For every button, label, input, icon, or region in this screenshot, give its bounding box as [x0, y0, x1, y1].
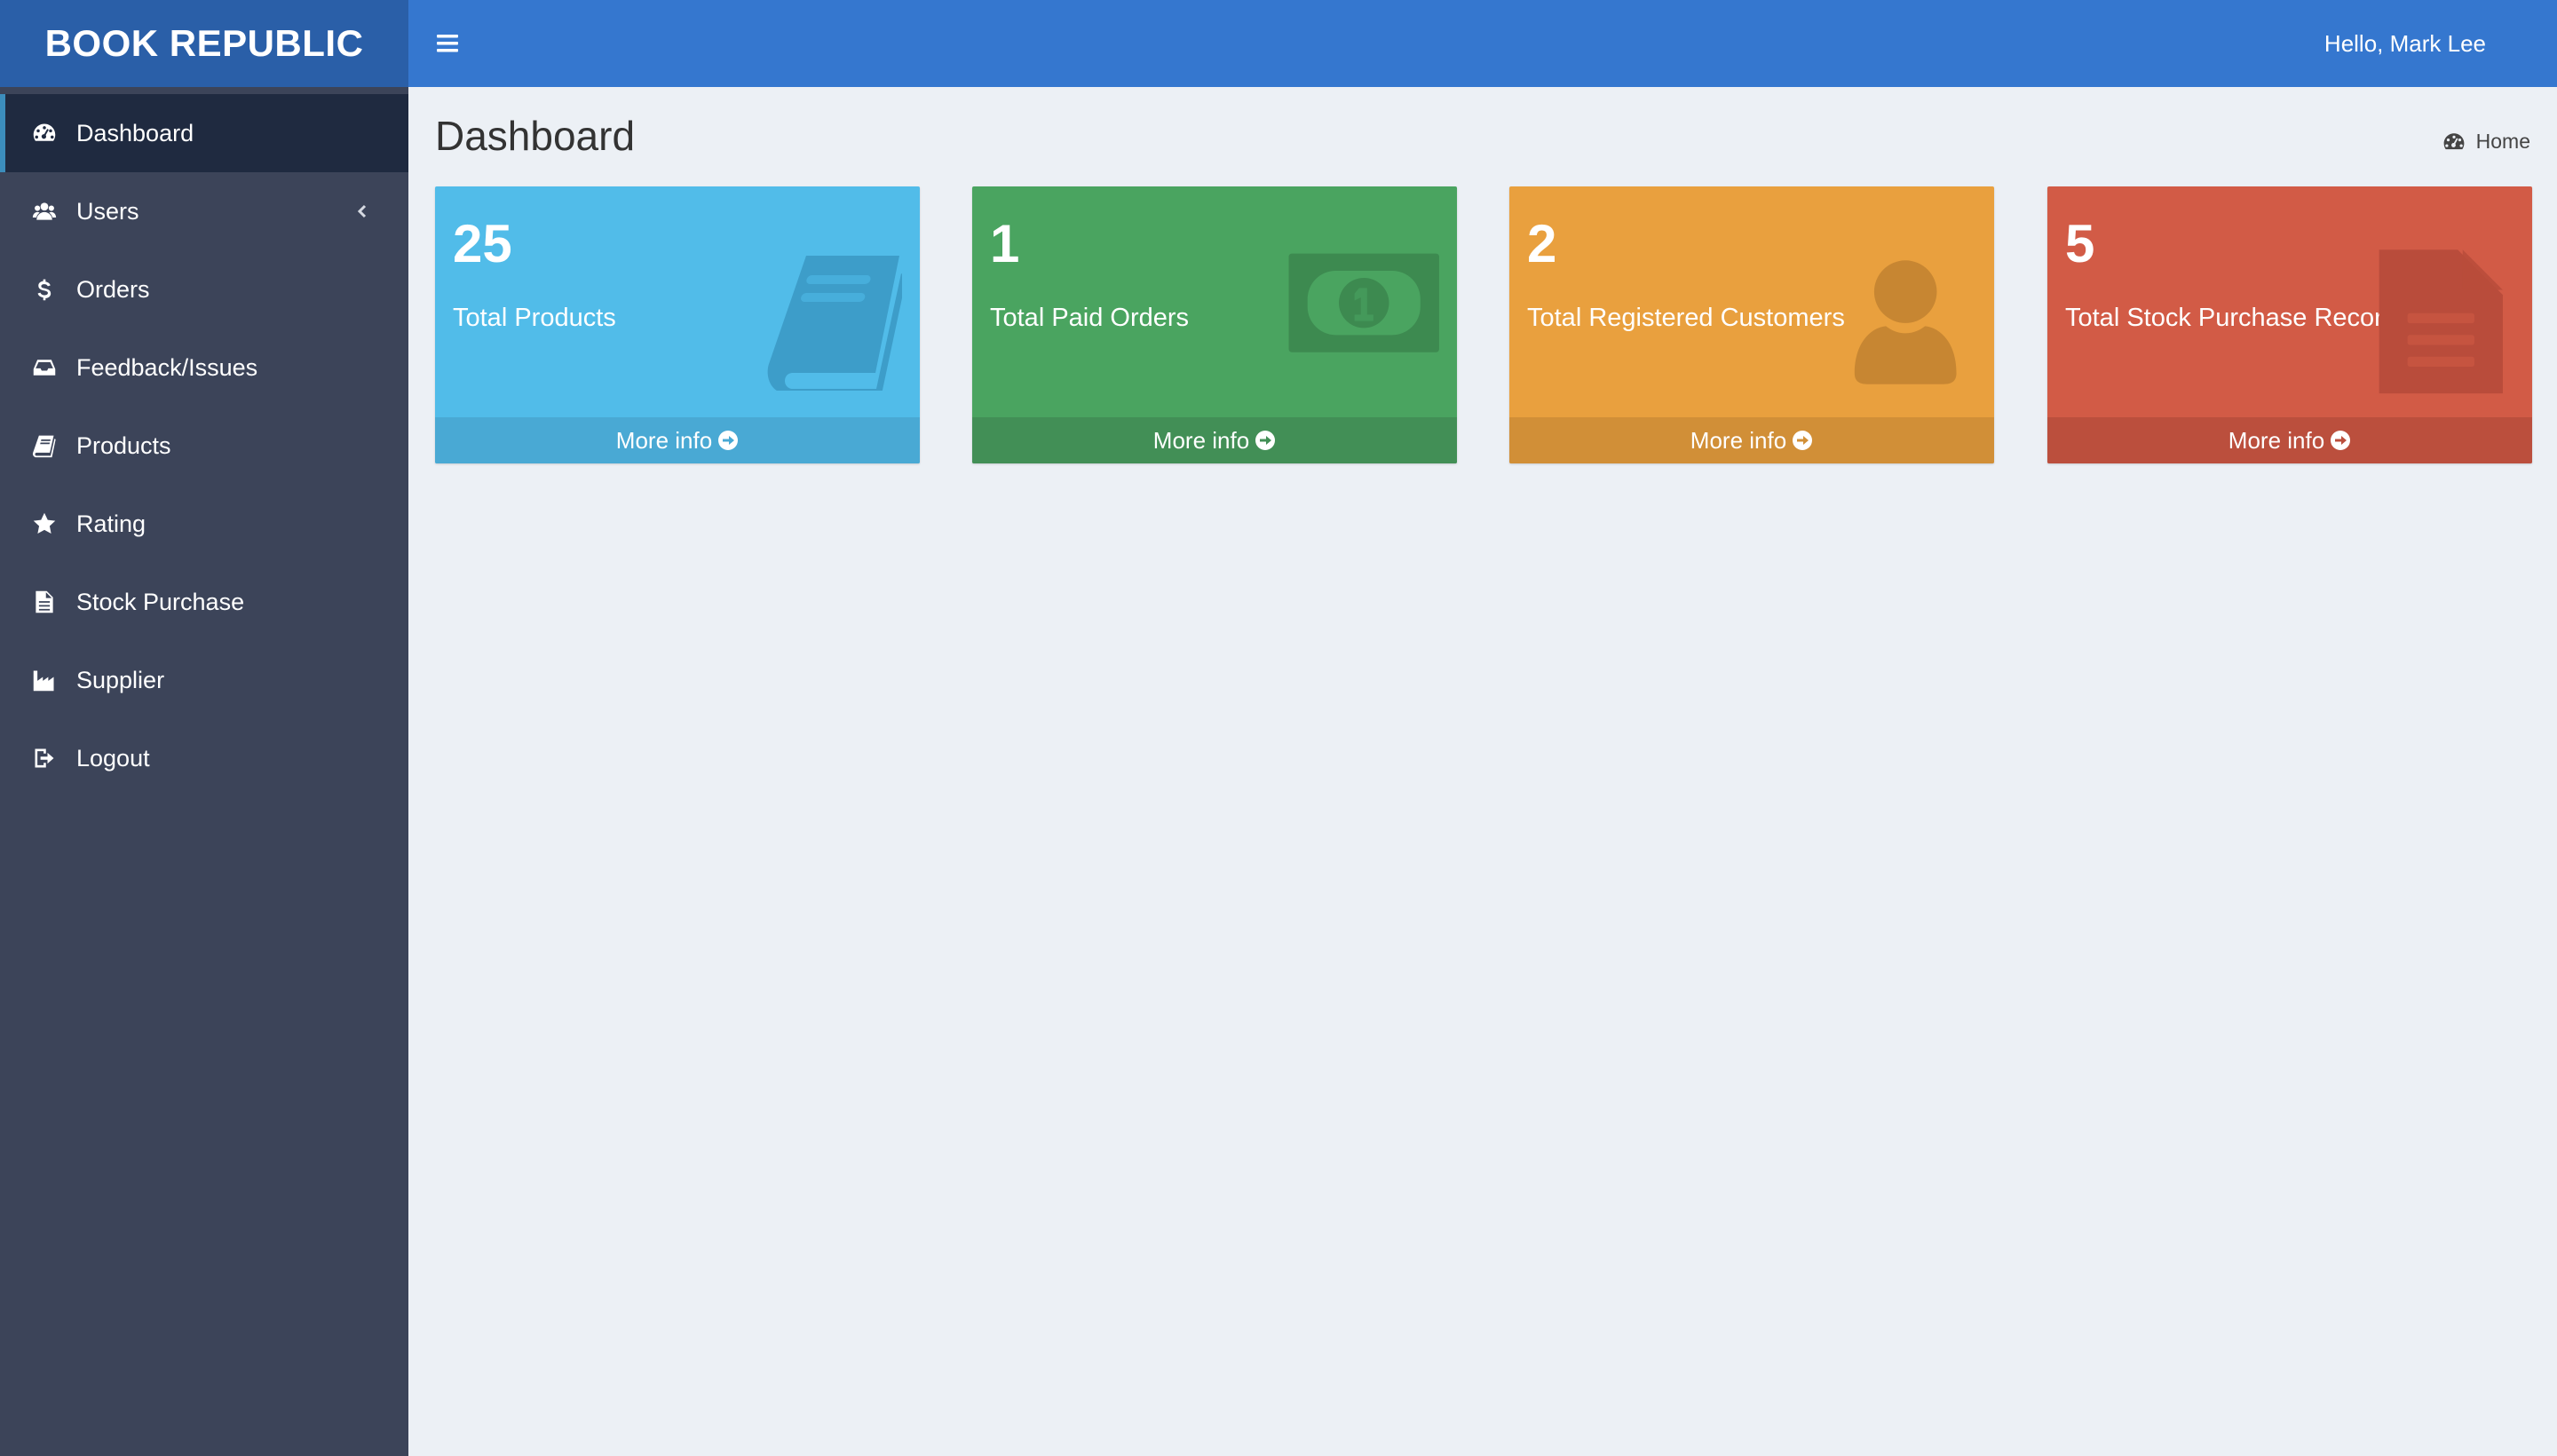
stat-count: 25 — [453, 214, 512, 273]
arrow-circle-right-icon — [1792, 430, 1813, 451]
sidebar-item-logout[interactable]: Logout — [0, 719, 408, 797]
sidebar-item-label: Rating — [76, 510, 146, 537]
chevron-left-icon[interactable] — [350, 199, 375, 224]
sidebar-item-dashboard[interactable]: Dashboard — [0, 94, 408, 172]
dashboard-icon — [30, 119, 59, 147]
stat-boxes: 25 Total Products More info 1 Total Paid… — [435, 186, 2532, 463]
brand-logo[interactable]: BOOK REPUBLIC — [0, 0, 408, 87]
sign-out-icon — [30, 744, 59, 772]
sidebar-item-label: Dashboard — [76, 119, 194, 146]
stat-count: 1 — [990, 214, 1020, 273]
more-info-link[interactable]: More info — [1509, 417, 1994, 463]
arrow-circle-right-icon — [1255, 430, 1276, 451]
inbox-icon — [30, 353, 59, 382]
sidebar-item-users[interactable]: Users — [0, 172, 408, 250]
star-icon — [30, 510, 59, 538]
sidebar-item-stock-purchase[interactable]: Stock Purchase — [0, 563, 408, 641]
more-info-link[interactable]: More info — [435, 417, 920, 463]
stat-label: Total Paid Orders — [990, 304, 1190, 332]
sidebar-item-supplier[interactable]: Supplier — [0, 641, 408, 719]
stat-label: Total Registered Customers — [1527, 304, 1845, 332]
dollar-icon — [30, 275, 59, 304]
sidebar-item-label: Supplier — [76, 666, 165, 693]
money-icon — [1288, 253, 1439, 352]
book-icon — [767, 256, 902, 391]
main-content: Dashboard Home 25 Total Products More in… — [408, 87, 2557, 1456]
sidebar-item-label: Orders — [76, 275, 150, 303]
industry-icon — [30, 666, 59, 694]
stat-count: 2 — [1527, 214, 1557, 273]
arrow-circle-right-icon — [2330, 430, 2351, 451]
sidebar-toggle-button[interactable] — [426, 22, 469, 65]
file-icon — [30, 588, 59, 616]
stat-box-total-paid-orders: 1 Total Paid Orders More info — [972, 186, 1457, 463]
stat-label: Total Products — [453, 304, 616, 332]
file-text-icon — [2379, 249, 2503, 394]
sidebar-item-label: Users — [76, 197, 139, 225]
breadcrumb[interactable]: Home — [2442, 130, 2530, 154]
users-icon — [30, 197, 59, 226]
book-icon — [30, 431, 59, 460]
dashboard-icon — [2443, 132, 2465, 149]
user-greeting[interactable]: Hello, Mark Lee — [2324, 30, 2486, 58]
more-info-label: More info — [1690, 426, 1787, 454]
sidebar-item-label: Logout — [76, 744, 150, 772]
sidebar-item-label: Products — [76, 431, 171, 459]
more-info-label: More info — [1152, 426, 1250, 454]
sidebar-item-feedback[interactable]: Feedback/Issues — [0, 328, 408, 407]
stat-count: 5 — [2065, 214, 2095, 273]
hamburger-icon — [437, 35, 458, 52]
arrow-circle-right-icon — [717, 430, 739, 451]
stat-box-total-registered-customers: 2 Total Registered Customers More info — [1509, 186, 1994, 463]
more-info-link[interactable]: More info — [2047, 417, 2532, 463]
more-info-link[interactable]: More info — [972, 417, 1457, 463]
stat-label: Total Stock Purchase Records — [2065, 304, 2411, 332]
stat-box-total-stock-purchase-records: 5 Total Stock Purchase Records More info — [2047, 186, 2532, 463]
sidebar-item-orders[interactable]: Orders — [0, 250, 408, 328]
sidebar-item-label: Feedback/Issues — [76, 353, 258, 381]
more-info-label: More info — [2228, 426, 2325, 454]
breadcrumb-home-link[interactable]: Home — [2476, 130, 2530, 154]
sidebar: BOOK REPUBLIC Dashboard Users Orders Fee… — [0, 0, 408, 1456]
sidebar-item-products[interactable]: Products — [0, 407, 408, 485]
sidebar-menu: Dashboard Users Orders Feedback/Issues P… — [0, 94, 408, 797]
brand-name: BOOK REPUBLIC — [44, 22, 364, 64]
top-navbar: Hello, Mark Lee — [408, 0, 2557, 87]
user-icon — [1854, 260, 1957, 384]
more-info-label: More info — [615, 426, 713, 454]
sidebar-item-label: Stock Purchase — [76, 588, 245, 615]
page-title: Dashboard — [435, 113, 636, 159]
sidebar-item-rating[interactable]: Rating — [0, 485, 408, 563]
stat-box-total-products: 25 Total Products More info — [435, 186, 920, 463]
